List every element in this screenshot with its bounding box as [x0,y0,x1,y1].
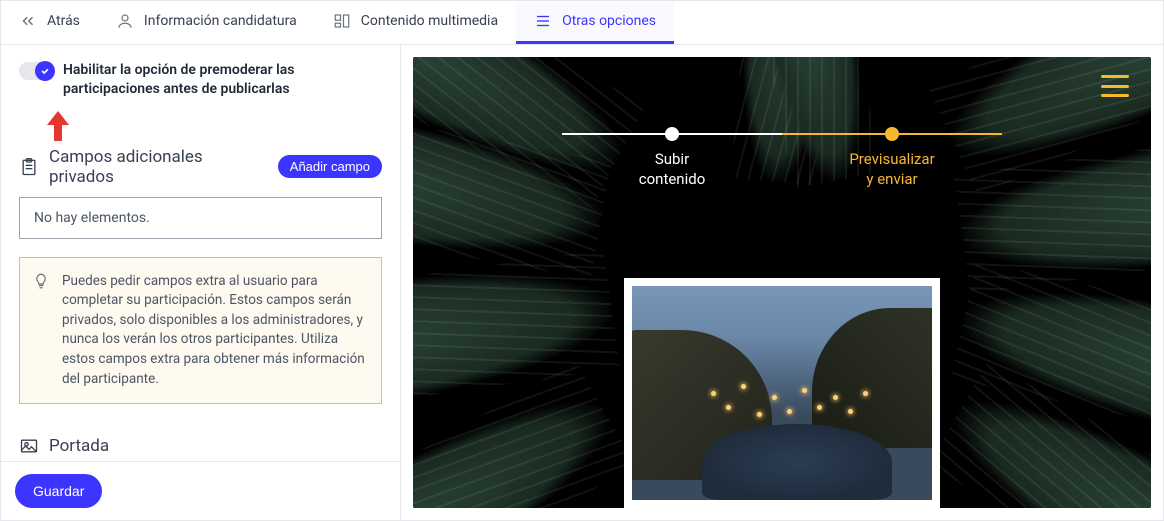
premoderate-toggle[interactable] [19,62,53,80]
preview-pane: Subircontenido Previsualizary enviar [401,45,1163,520]
save-button[interactable]: Guardar [15,474,102,508]
step-label-upload: Subircontenido [562,149,782,190]
progress-stepper: Subircontenido Previsualizary enviar [562,133,1002,190]
cover-header: Portada [19,436,382,456]
nav-info[interactable]: Información candidatura [98,1,315,44]
nav-other-label: Otras opciones [562,13,656,29]
hint-box: Puedes pedir campos extra al usuario par… [19,257,382,404]
step-dot-1[interactable] [665,127,679,141]
list-icon [534,12,552,30]
nav-media[interactable]: Contenido multimedia [315,1,516,44]
uploaded-photo[interactable] [632,286,932,500]
settings-panel: Habilitar la opción de premoderar las pa… [1,45,401,520]
uploaded-photo-frame [624,278,940,508]
leaf-decoration [413,249,620,404]
add-field-button[interactable]: Añadir campo [278,155,382,178]
nav-back[interactable]: Atrás [1,1,98,44]
lightbulb-icon [32,272,50,290]
panel-footer: Guardar [1,461,400,520]
nav-media-label: Contenido multimedia [361,13,498,29]
check-icon [40,66,50,76]
nav-other-options[interactable]: Otras opciones [516,1,674,44]
layout-icon [333,12,351,30]
step-label-preview-send: Previsualizary enviar [782,149,1002,190]
nav-back-label: Atrás [47,13,80,29]
private-fields-title: Campos adicionales privados [49,147,268,187]
user-icon [116,12,134,30]
cover-title: Portada [49,436,382,456]
callout-arrow-icon [43,109,382,141]
hamburger-menu-icon[interactable] [1101,75,1129,97]
private-fields-header: Campos adicionales privados Añadir campo [19,147,382,187]
preview-canvas: Subircontenido Previsualizary enviar [413,57,1151,508]
clipboard-icon [19,157,39,177]
top-nav: Atrás Información candidatura Contenido … [1,1,1163,45]
private-fields-empty: No hay elementos. [19,197,382,239]
premoderate-label: Habilitar la opción de premoderar las pa… [63,61,382,99]
image-icon [19,436,39,456]
hint-text: Puedes pedir campos extra al usuario par… [62,273,365,387]
premoderate-row: Habilitar la opción de premoderar las pa… [19,61,382,99]
chevrons-left-icon [19,12,37,30]
nav-info-label: Información candidatura [144,13,297,29]
step-dot-2[interactable] [885,127,899,141]
